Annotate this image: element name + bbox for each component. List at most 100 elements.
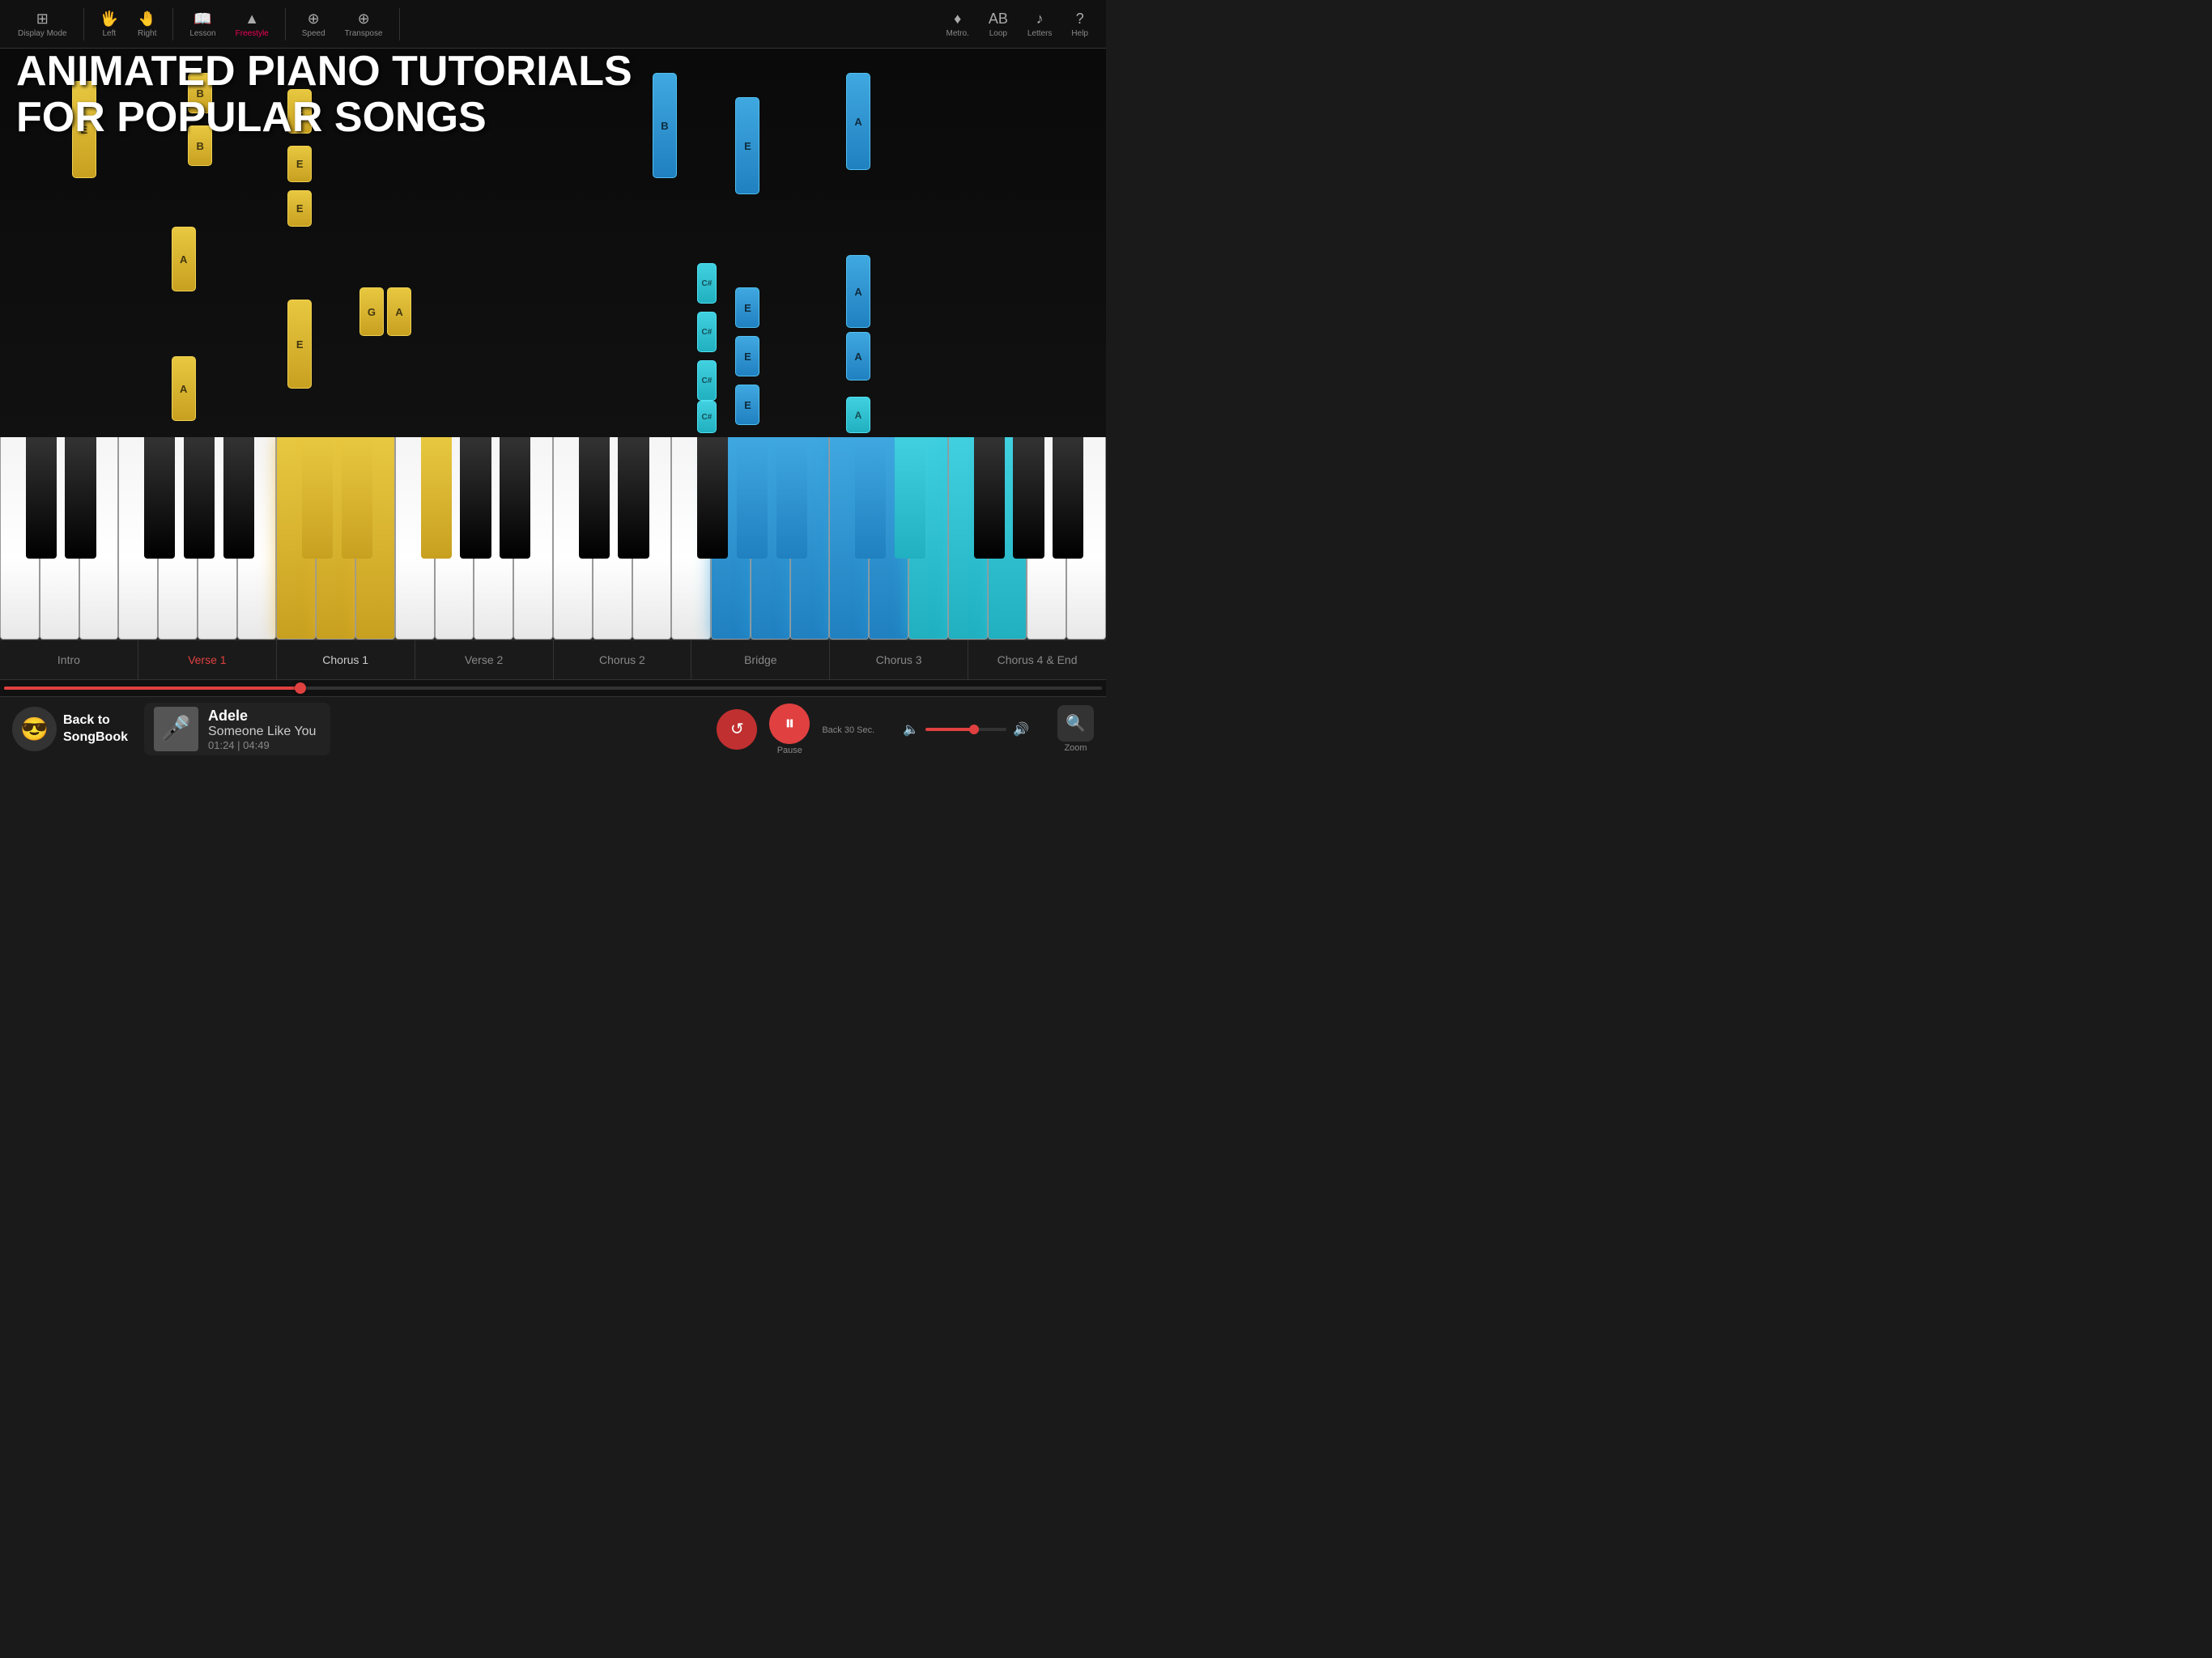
black-key[interactable] (579, 437, 610, 559)
note-E4-yellow: E (287, 190, 312, 227)
piano-keyboard[interactable] (0, 437, 1106, 640)
progress-thumb[interactable] (295, 682, 306, 694)
black-key[interactable] (776, 437, 807, 559)
black-key[interactable] (697, 437, 728, 559)
left-label: Left (102, 29, 116, 38)
letters-icon: ♪ (1036, 11, 1044, 28)
loop-label: Loop (989, 29, 1007, 38)
black-key[interactable] (737, 437, 768, 559)
display-mode-control[interactable]: ⊞ Display Mode (18, 11, 67, 38)
section-chorus4end[interactable]: Chorus 4 & End (968, 640, 1106, 679)
album-art-emoji: 🎤 (161, 715, 191, 743)
section-intro[interactable]: Intro (0, 640, 138, 679)
note-C#2-blue: C# (697, 312, 717, 352)
progress-fill (4, 687, 300, 690)
section-verse2[interactable]: Verse 2 (415, 640, 554, 679)
volume-low-icon: 🔈 (903, 721, 919, 738)
volume-thumb[interactable] (969, 725, 979, 734)
transpose-label: Transpose (345, 29, 383, 38)
black-key[interactable] (1053, 437, 1083, 559)
volume-high-icon: 🔊 (1013, 721, 1029, 738)
back-to-songbook-button[interactable]: 😎 Back toSongBook (12, 707, 128, 751)
black-key[interactable] (460, 437, 491, 559)
black-key[interactable] (302, 437, 333, 559)
note-E4-blue: E (735, 385, 759, 425)
left-hand-control[interactable]: 🖐 Left (100, 11, 118, 38)
loop-control[interactable]: AB Loop (989, 11, 1008, 38)
reset-button[interactable]: ↺ (717, 709, 757, 750)
note-A4-blue: A (846, 397, 870, 433)
letters-control[interactable]: ♪ Letters (1027, 11, 1053, 38)
note-B-blue: B (653, 73, 677, 178)
black-key[interactable] (974, 437, 1005, 559)
speed-control[interactable]: ⊕ Speed (302, 11, 325, 38)
loop-icon: AB (989, 11, 1008, 28)
note-A3-blue: A (846, 332, 870, 380)
left-hand-icon: 🖐 (100, 11, 118, 28)
pause-icon: ⏸ (769, 704, 810, 744)
help-icon: ? (1076, 11, 1084, 28)
song-title: Someone Like You (208, 725, 316, 739)
note-B-yellow: B (188, 73, 212, 113)
progress-bar-container[interactable] (0, 680, 1106, 696)
artist-name: Adele (208, 708, 316, 725)
speed-label: Speed (302, 29, 325, 38)
note-A2-yellow: A (172, 356, 196, 421)
help-control[interactable]: ? Help (1071, 11, 1088, 38)
transpose-icon: ⊕ (358, 11, 370, 28)
black-key[interactable] (144, 437, 175, 559)
black-key[interactable] (895, 437, 925, 559)
note-A-yellow: A (172, 227, 196, 291)
note-A3-yellow: A (387, 287, 411, 336)
back-text: Back toSongBook (63, 712, 128, 746)
black-key[interactable] (342, 437, 372, 559)
toolbar: ⊞ Display Mode 🖐 Left 🤚 Right 📖 Lesson ▲… (0, 0, 1106, 49)
separator (172, 8, 173, 40)
notes-area: E B B A A E E E E G A B E A C# C# C# C# … (0, 49, 1106, 437)
reset-icon: ↺ (717, 709, 757, 750)
display-mode-label: Display Mode (18, 29, 67, 38)
note-B2-yellow: B (188, 125, 212, 166)
lesson-label: Lesson (189, 29, 215, 38)
metro-control[interactable]: ♦ Metro. (946, 11, 968, 38)
volume-slider[interactable] (925, 728, 1006, 731)
speed-icon: ⊕ (308, 11, 320, 28)
separator (285, 8, 286, 40)
black-key[interactable] (500, 437, 530, 559)
black-key[interactable] (26, 437, 57, 559)
freestyle-control[interactable]: ▲ Freestyle (236, 11, 269, 38)
black-key[interactable] (184, 437, 215, 559)
transpose-control[interactable]: ⊕ Transpose (345, 11, 383, 38)
back30-label: Back 30 Sec. (822, 725, 874, 735)
right-hand-icon: 🤚 (138, 11, 155, 28)
black-key[interactable] (1013, 437, 1044, 559)
lesson-control[interactable]: 📖 Lesson (189, 11, 215, 38)
section-bridge[interactable]: Bridge (691, 640, 830, 679)
lesson-icon: 📖 (194, 11, 211, 28)
right-hand-control[interactable]: 🤚 Right (138, 11, 156, 38)
black-key[interactable] (223, 437, 254, 559)
section-chorus3[interactable]: Chorus 3 (830, 640, 968, 679)
note-C#3-blue: C# (697, 360, 717, 401)
note-A2-blue: A (846, 255, 870, 328)
back30-button[interactable]: Back 30 Sec. (822, 724, 874, 735)
section-chorus2[interactable]: Chorus 2 (554, 640, 692, 679)
note-G-yellow: G (359, 287, 384, 336)
metro-label: Metro. (946, 29, 968, 38)
black-key[interactable] (618, 437, 649, 559)
pause-button[interactable]: ⏸ Pause (769, 704, 810, 755)
zoom-button[interactable]: 🔍 Zoom (1057, 705, 1094, 753)
note-E2-yellow: E (287, 89, 312, 134)
separator (83, 8, 84, 40)
progress-track[interactable] (4, 687, 1102, 690)
volume-control[interactable]: 🔈 🔊 (903, 721, 1029, 738)
section-chorus1[interactable]: Chorus 1 (277, 640, 415, 679)
black-key[interactable] (421, 437, 452, 559)
black-key[interactable] (65, 437, 96, 559)
volume-fill (925, 728, 974, 731)
right-label: Right (138, 29, 156, 38)
song-details: Adele Someone Like You 01:24 | 04:49 (208, 708, 316, 751)
freestyle-label: Freestyle (236, 29, 269, 38)
black-key[interactable] (855, 437, 886, 559)
section-verse1[interactable]: Verse 1 (138, 640, 277, 679)
